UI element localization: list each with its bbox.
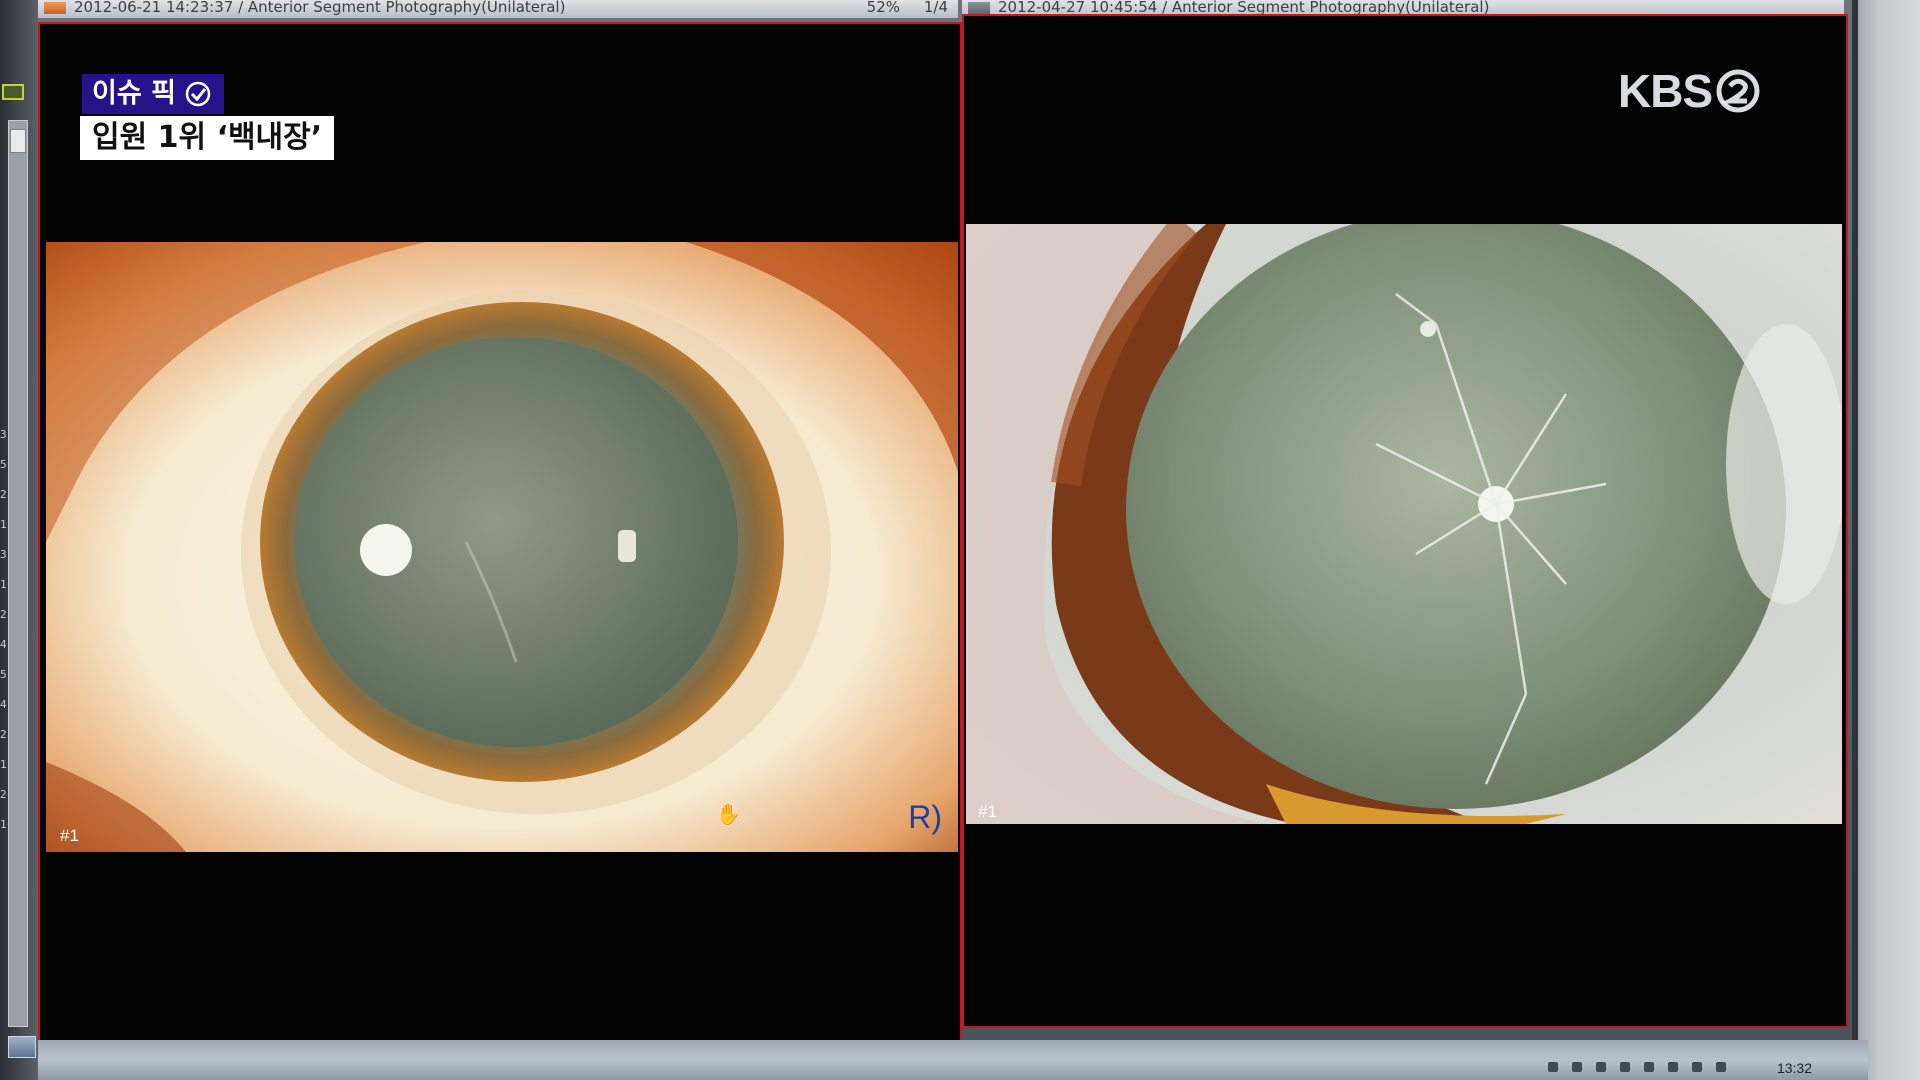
right-eye-photo[interactable]: #1 [966,224,1842,824]
tray-icon[interactable] [1644,1062,1654,1072]
left-image-viewer[interactable]: ✋ R) #1 [38,22,962,1070]
left-image-header[interactable]: 2012-06-21 14:23:37 / Anterior Segment P… [38,0,958,18]
tray-icon[interactable] [1596,1062,1606,1072]
left-header-title: 2012-06-21 14:23:37 / Anterior Segment P… [74,0,566,16]
eye-side-tag: R) [908,799,942,835]
monitor-bezel [1852,0,1920,1080]
tray-icon[interactable] [1572,1062,1582,1072]
side-mark: 2 [0,728,7,741]
system-tray[interactable] [1548,1062,1768,1076]
badge-label: 이슈 픽 [92,78,176,109]
image-icon [44,1,66,14]
side-mark: 2 [0,488,7,501]
side-mark: 1 [0,758,7,771]
kbs2-logo-icon [1716,69,1760,113]
side-mark: 2 [0,788,7,801]
hand-cursor-icon: ✋ [716,802,741,826]
keyboard-icon[interactable] [8,1036,36,1058]
eye-image [966,224,1842,824]
side-mark: 1 [0,578,7,591]
eye-image [46,242,958,852]
check-circle-icon [185,81,211,107]
image-icon [968,1,990,14]
left-eye-photo[interactable]: ✋ R) #1 [46,242,958,852]
image-number-label: #1 [60,826,79,845]
right-image-viewer[interactable]: #1 [962,14,1848,1028]
side-mark: 5 [0,458,7,471]
page-indicator: 1/4 [923,0,948,16]
taskbar[interactable]: 13:32 [38,1040,1868,1080]
side-mark: 5 [0,668,7,681]
side-scrollbar[interactable] [8,120,28,1027]
side-marks: 3 5 2 1 3 1 2 4 5 4 2 1 2 1 [0,420,10,1020]
tray-icon[interactable] [1716,1062,1726,1072]
tray-icon[interactable] [1548,1062,1558,1072]
side-mark: 1 [0,818,7,831]
issue-pick-badge: 이슈 픽 [82,74,224,114]
side-panel: 3 5 2 1 3 1 2 4 5 4 2 1 2 1 [0,0,38,1080]
side-mark: 4 [0,638,7,651]
side-mark: 3 [0,548,7,561]
logo-text: KBS [1618,65,1713,117]
scrollbar-thumb[interactable] [10,129,26,153]
zoom-level: 52% [866,0,900,16]
news-headline: 입원 1위 ‘백내장’ [80,116,335,160]
monitor-screen: 3 5 2 1 3 1 2 4 5 4 2 1 2 1 2012-06-21 1… [0,0,1920,1080]
broadcaster-logo: KBS [1618,64,1760,118]
image-number-label: #1 [978,802,997,821]
side-mark: 1 [0,518,7,531]
folder-icon[interactable] [2,84,24,100]
taskbar-clock[interactable]: 13:32 [1777,1060,1812,1076]
side-mark: 3 [0,428,7,441]
tray-icon[interactable] [1620,1062,1630,1072]
tray-icon[interactable] [1692,1062,1702,1072]
side-mark: 4 [0,698,7,711]
tray-icon[interactable] [1668,1062,1678,1072]
side-mark: 2 [0,608,7,621]
